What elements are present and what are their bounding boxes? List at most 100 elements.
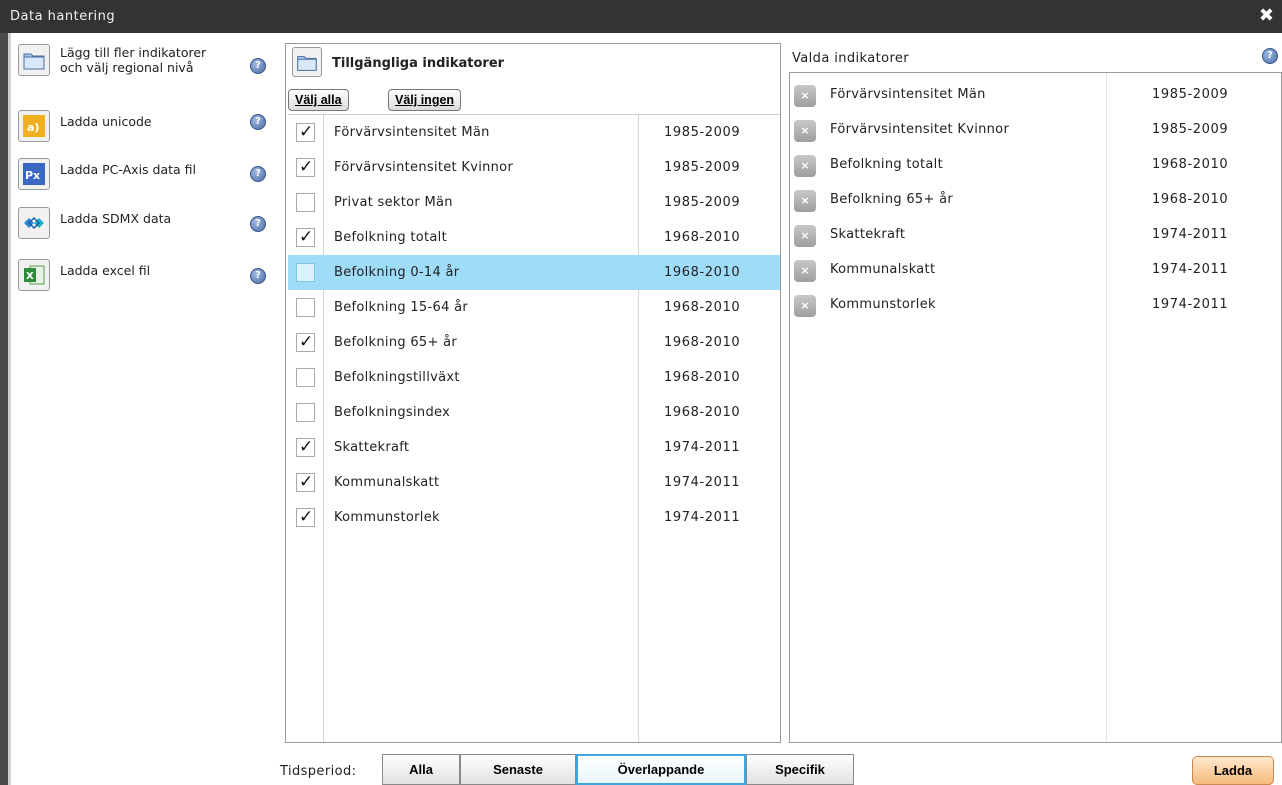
selected-indicators-panel: × Förvärvsintensitet Män 1985-2009 × Förvärv… — [789, 72, 1282, 743]
check-icon: ✓ — [299, 507, 314, 527]
remove-icon[interactable]: × — [794, 190, 816, 212]
table-row[interactable]: ✓ Förvärvsintensitet Kvinnor 1985-2009 — [288, 150, 780, 185]
window-title: Data hantering — [10, 9, 116, 24]
check-icon: ✓ — [299, 437, 314, 457]
help-icon[interactable]: ? — [250, 114, 266, 130]
selected-indicator-years: 1985-2009 — [1152, 122, 1229, 137]
indicator-checkbox[interactable]: ✓ — [296, 157, 315, 177]
sidebar-item-label: Ladda excel fil — [60, 263, 151, 278]
remove-icon[interactable]: × — [794, 120, 816, 142]
available-table: ✓ Förvärvsintensitet Män 1985-2009 ✓ Förvärv… — [288, 114, 780, 742]
load-button[interactable]: Ladda — [1192, 756, 1274, 785]
list-item: × Skattekraft 1974-2011 — [790, 217, 1281, 252]
sidebar-item-sdmx[interactable]: Ladda SDMX data ? — [14, 203, 276, 243]
indicator-name: Befolkningsindex — [334, 405, 451, 420]
indicator-name: Kommunalskatt — [334, 475, 440, 490]
table-row[interactable]: ✓ Skattekraft 1974-2011 — [288, 430, 780, 465]
indicator-checkbox[interactable] — [296, 193, 315, 212]
table-row[interactable]: Befolkningstillväxt 1968-2010 — [288, 360, 780, 395]
indicator-checkbox[interactable] — [296, 403, 315, 422]
indicator-years: 1974-2011 — [664, 440, 741, 455]
indicator-checkbox[interactable]: ✓ — [296, 437, 315, 457]
indicator-checkbox[interactable]: ✓ — [296, 472, 315, 492]
indicator-name: Förvärvsintensitet Kvinnor — [334, 160, 514, 175]
selected-indicator-years: 1968-2010 — [1152, 192, 1229, 207]
sidebar-item-pc-axis[interactable]: Px Ladda PC-Axis data fil ? — [14, 154, 276, 194]
indicator-name: Befolkningstillväxt — [334, 370, 460, 385]
indicator-checkbox[interactable] — [296, 263, 315, 282]
table-row[interactable]: Privat sektor Män 1985-2009 — [288, 185, 780, 220]
check-icon: ✓ — [299, 157, 314, 177]
help-icon[interactable]: ? — [1262, 48, 1278, 64]
indicator-years: 1985-2009 — [664, 125, 741, 140]
remove-icon[interactable]: × — [794, 260, 816, 282]
list-item: × Befolkning 65+ år 1968-2010 — [790, 182, 1281, 217]
indicator-name: Förvärvsintensitet Män — [334, 125, 490, 140]
sidebar-item-add-indicators[interactable]: Lägg till fler indikatorer och välj regi… — [14, 40, 276, 80]
table-row[interactable]: Befolkningsindex 1968-2010 — [288, 395, 780, 430]
indicator-name: Befolkning 0-14 år — [334, 265, 460, 280]
available-title: Tillgängliga indikatorer — [332, 56, 505, 71]
table-row[interactable]: ✓ Förvärvsintensitet Män 1985-2009 — [288, 115, 780, 150]
period-segment-alla[interactable]: Alla — [382, 754, 460, 785]
folder-icon — [292, 47, 322, 77]
table-row[interactable]: ✓ Befolkning 65+ år 1968-2010 — [288, 325, 780, 360]
selected-indicator-name: Befolkning 65+ år — [830, 192, 954, 207]
indicator-checkbox[interactable]: ✓ — [296, 227, 315, 247]
sidebar-item-label: Ladda SDMX data — [60, 211, 172, 226]
select-none-button[interactable]: Välj ingen — [388, 89, 462, 111]
indicator-name: Befolkning totalt — [334, 230, 447, 245]
folder-icon — [18, 44, 50, 76]
indicator-years: 1974-2011 — [664, 510, 741, 525]
table-row[interactable]: Befolkning 0-14 år 1968-2010 — [288, 255, 780, 290]
period-segment-specifik[interactable]: Specifik — [746, 754, 854, 785]
help-icon[interactable]: ? — [250, 216, 266, 232]
indicator-checkbox[interactable]: ✓ — [296, 122, 315, 142]
help-icon[interactable]: ? — [250, 166, 266, 182]
sidebar-item-label: Lägg till fler indikatorer och välj regi… — [60, 45, 207, 75]
svg-text:X: X — [26, 271, 34, 282]
indicator-checkbox[interactable]: ✓ — [296, 507, 315, 527]
remove-icon[interactable]: × — [794, 295, 816, 317]
table-row[interactable]: ✓ Kommunalskatt 1974-2011 — [288, 465, 780, 500]
check-icon: ✓ — [299, 472, 314, 492]
help-icon[interactable]: ? — [250, 268, 266, 284]
check-icon: ✓ — [299, 122, 314, 142]
period-segment-senaste[interactable]: Senaste — [460, 754, 576, 785]
remove-icon[interactable]: × — [794, 85, 816, 107]
svg-text:a): a) — [27, 121, 39, 134]
sidebar-item-unicode[interactable]: a) Ladda unicode ? — [14, 106, 276, 146]
selected-indicator-name: Befolkning totalt — [830, 157, 943, 172]
selected-indicator-years: 1974-2011 — [1152, 227, 1229, 242]
sidebar-item-excel[interactable]: X Ladda excel fil ? — [14, 255, 276, 295]
indicator-years: 1968-2010 — [664, 300, 741, 315]
table-row[interactable]: Befolkning 15-64 år 1968-2010 — [288, 290, 780, 325]
indicator-years: 1968-2010 — [664, 265, 741, 280]
indicator-checkbox[interactable] — [296, 368, 315, 387]
indicator-checkbox[interactable]: ✓ — [296, 332, 315, 352]
close-icon[interactable]: ✖ — [1259, 6, 1274, 26]
indicator-checkbox[interactable] — [296, 298, 315, 317]
list-item: × Kommunalskatt 1974-2011 — [790, 252, 1281, 287]
select-all-button[interactable]: Välj alla — [288, 89, 349, 111]
check-icon: ✓ — [299, 227, 314, 247]
selected-indicator-name: Kommunalskatt — [830, 262, 936, 277]
indicator-years: 1968-2010 — [664, 230, 741, 245]
help-icon[interactable]: ? — [250, 58, 266, 74]
list-item: × Förvärvsintensitet Kvinnor 1985-2009 — [790, 112, 1281, 147]
available-indicators-panel: Tillgängliga indikatorer Välj alla Välj … — [285, 43, 781, 743]
period-segment-överlappande[interactable]: Överlappande — [576, 754, 746, 785]
table-row[interactable]: ✓ Kommunstorlek 1974-2011 — [288, 500, 780, 535]
table-row[interactable]: ✓ Befolkning totalt 1968-2010 — [288, 220, 780, 255]
window-titlebar: Data hantering ✖ — [0, 0, 1282, 33]
remove-icon[interactable]: × — [794, 225, 816, 247]
list-item: × Befolkning totalt 1968-2010 — [790, 147, 1281, 182]
selected-indicator-name: Förvärvsintensitet Män — [830, 87, 986, 102]
selected-indicator-years: 1968-2010 — [1152, 157, 1229, 172]
period-label: Tidsperiod: — [280, 764, 357, 779]
remove-icon[interactable]: × — [794, 155, 816, 177]
selected-indicator-name: Förvärvsintensitet Kvinnor — [830, 122, 1010, 137]
selected-indicator-name: Kommunstorlek — [830, 297, 936, 312]
indicator-years: 1968-2010 — [664, 405, 741, 420]
pc-axis-icon: Px — [18, 158, 50, 190]
